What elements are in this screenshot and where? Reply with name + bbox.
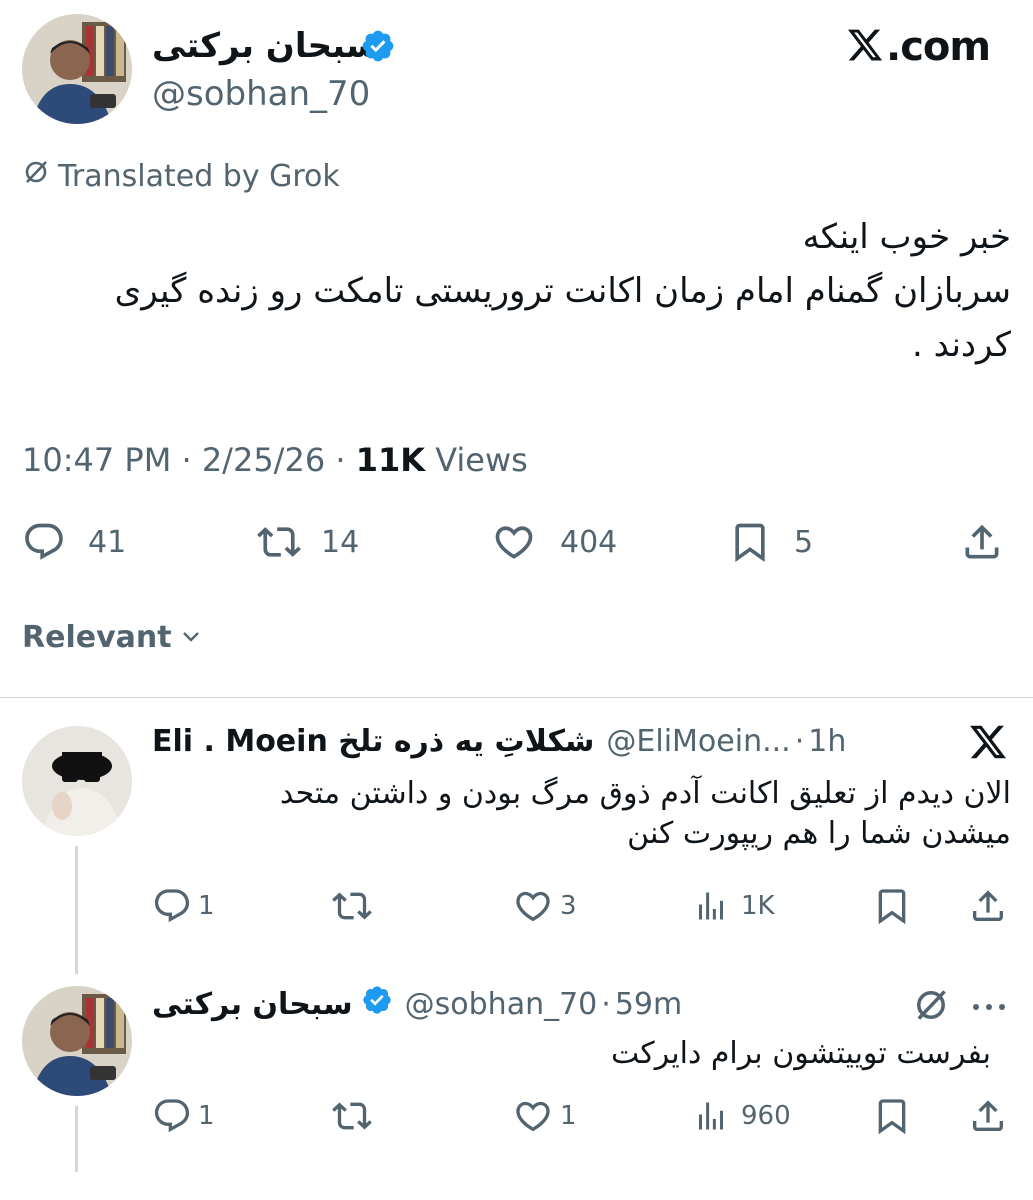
tweet-text-line: خبر خوب اینکه <box>802 217 1011 257</box>
retweet-icon <box>330 1096 374 1136</box>
tweet-time[interactable]: 10:47 PM <box>22 441 171 479</box>
reply-time[interactable]: 59m <box>615 987 682 1022</box>
like-count: 3 <box>560 891 577 921</box>
translate-icon <box>22 158 50 194</box>
reply-icon <box>152 886 192 926</box>
share-icon <box>968 1096 1008 1136</box>
translated-by-grok[interactable]: Translated by Grok <box>22 158 340 194</box>
like-icon <box>512 1096 554 1136</box>
x-logo-icon <box>846 26 884 68</box>
reply-handle[interactable]: @sobhan_70 <box>405 987 598 1022</box>
tweet-meta: 10:47 PM · 2/25/26 · 11K Views <box>22 441 528 479</box>
reply-retweet-button[interactable] <box>330 1096 374 1136</box>
reply-header: سبحان برکتی @sobhan_70 · 59m <box>152 984 682 1024</box>
translated-label: Translated by Grok <box>58 158 340 194</box>
reply-views-button[interactable]: 960 <box>693 1096 791 1136</box>
reply-handle[interactable]: @EliMoein... <box>606 724 790 759</box>
grok-icon[interactable] <box>912 986 950 1028</box>
views-icon <box>693 886 729 926</box>
retweet-icon <box>330 886 374 926</box>
like-icon <box>490 520 538 564</box>
tweet-text-line: سربازان گمنام امام زمان اکانت تروریستی ت… <box>114 271 1011 311</box>
verified-badge-icon <box>360 28 396 68</box>
thread-line <box>75 846 78 974</box>
reply-share-button[interactable] <box>968 1096 1008 1136</box>
bookmark-icon <box>728 520 772 564</box>
like-icon <box>512 886 554 926</box>
author-avatar[interactable] <box>22 14 132 124</box>
bookmark-icon <box>872 886 912 926</box>
reply-like-button[interactable]: 1 <box>512 1096 577 1136</box>
verified-badge-icon <box>361 984 393 1024</box>
bookmark-count: 5 <box>794 524 814 560</box>
tweet-text-line: کردند . <box>911 325 1011 365</box>
retweet-icon <box>255 520 303 564</box>
views-count: 1K <box>741 891 775 921</box>
author-handle[interactable]: @sobhan_70 <box>152 74 370 114</box>
reply-bookmark-button[interactable] <box>872 1096 912 1136</box>
share-button[interactable] <box>960 520 1004 564</box>
bookmark-icon <box>872 1096 912 1136</box>
reply-name[interactable]: Eli . Moein شکلاتِ یه ذره تلخ <box>152 724 594 759</box>
divider <box>0 697 1033 698</box>
reply-avatar[interactable] <box>22 726 132 836</box>
reply-reply-button[interactable]: 1 <box>152 886 215 926</box>
chevron-down-icon <box>180 620 202 655</box>
tweet-date[interactable]: 2/25/26 <box>202 441 325 479</box>
reply-icon <box>22 520 66 564</box>
reply-button[interactable]: 41 <box>22 520 126 564</box>
reply-text: بفرست توییتشون برام دایرکت <box>161 1034 991 1074</box>
views-count: 960 <box>741 1101 791 1131</box>
retweet-button[interactable]: 14 <box>255 520 359 564</box>
reply-views-button[interactable]: 1K <box>693 886 775 926</box>
reply-share-button[interactable] <box>968 886 1008 926</box>
author-name[interactable]: سبحان برکتی <box>152 26 379 66</box>
reply-bookmark-button[interactable] <box>872 886 912 926</box>
reply-time[interactable]: 1h <box>808 724 846 759</box>
bookmark-button[interactable]: 5 <box>728 520 813 564</box>
sort-selector[interactable]: Relevant <box>22 620 202 655</box>
sort-label: Relevant <box>22 620 172 655</box>
thread-line <box>75 1106 78 1172</box>
reply-text: الان دیدم از تعلیق اکانت آدم ذوق مرگ بود… <box>161 774 1011 854</box>
reply-count: 41 <box>88 524 127 560</box>
like-button[interactable]: 404 <box>490 520 617 564</box>
reply-header: Eli . Moein شکلاتِ یه ذره تلخ @EliMoein.… <box>152 724 847 759</box>
reply-count: 1 <box>198 891 215 921</box>
x-logo-icon <box>968 722 1008 766</box>
tweet-views-count[interactable]: 11K <box>356 441 425 479</box>
like-count: 404 <box>560 524 618 560</box>
share-icon <box>960 520 1004 564</box>
reply-icon <box>152 1096 192 1136</box>
retweet-count: 14 <box>321 524 360 560</box>
reply-count: 1 <box>198 1101 215 1131</box>
reply-like-button[interactable]: 3 <box>512 886 577 926</box>
tweet-text: خبر خوب اینکه سربازان گمنام امام زمان اک… <box>21 210 1011 372</box>
share-icon <box>968 886 1008 926</box>
reply-text-line: الان دیدم از تعلیق اکانت آدم ذوق مرگ بود… <box>279 776 1011 811</box>
site-label: .com <box>886 24 991 70</box>
site-logo: .com <box>846 22 991 72</box>
reply-text-line: میشدن شما را هم ریپورت کنن <box>627 816 1011 851</box>
tweet-views-label: Views <box>435 441 528 479</box>
reply-retweet-button[interactable] <box>330 886 374 926</box>
reply-name[interactable]: سبحان برکتی <box>152 987 353 1022</box>
reply-text-line: بفرست توییتشون برام دایرکت <box>610 1036 991 1071</box>
views-icon <box>693 1096 729 1136</box>
like-count: 1 <box>560 1101 577 1131</box>
more-icon[interactable] <box>970 998 1008 1017</box>
reply-reply-button[interactable]: 1 <box>152 1096 215 1136</box>
reply-avatar[interactable] <box>22 986 132 1096</box>
